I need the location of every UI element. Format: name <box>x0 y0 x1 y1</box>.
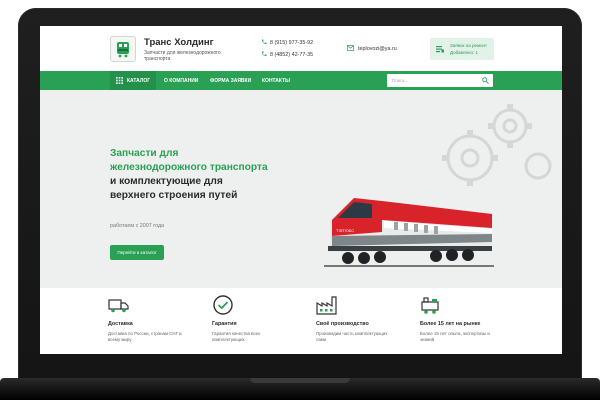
truck-icon <box>108 299 129 313</box>
feature-title: Более 15 лет на рынке <box>420 321 481 327</box>
feature-title: Гарантия <box>212 321 237 327</box>
phone-icon <box>261 51 267 57</box>
cart-title: Заявок на ремонт <box>450 43 488 48</box>
list-icon <box>436 46 444 53</box>
search-input[interactable]: Поиск... <box>387 74 493 87</box>
nav-item-contacts[interactable]: КОНТАКТЫ <box>262 78 290 84</box>
hero-title-line1: Запчасти для <box>110 148 179 159</box>
phone-icon <box>261 39 267 45</box>
features-strip: Доставка Доставка по России, странам СНГ… <box>40 288 562 354</box>
brand-tagline: Запчасти для железнодорожного транспорта <box>144 50 221 62</box>
hero-title-line3: и комплектующие для <box>110 176 223 187</box>
nav-item-request-form[interactable]: ФОРМА ЗАЯВКИ <box>210 78 251 84</box>
locomotive-number: ТЭП70БС <box>336 228 354 233</box>
email-link[interactable]: teplovozi@ya.ru <box>358 46 397 52</box>
factory-icon <box>316 296 337 315</box>
phone-2[interactable]: 8 (4852) 42-77-35 <box>270 52 313 58</box>
nav-catalog[interactable]: КАТАЛОГ <box>110 71 156 90</box>
hero-title-line2: железнодорожного транспорта <box>110 162 268 173</box>
main-nav: КАТАЛОГ О КОМПАНИИ ФОРМА ЗАЯВКИ КОНТАКТЫ… <box>40 71 562 90</box>
website-screen: Транс Холдинг Запчасти для железнодорожн… <box>40 26 562 354</box>
gears-icon <box>442 104 552 186</box>
locomotive-image: ТЭП70БС <box>324 198 494 267</box>
catalog-button[interactable]: Перейти в каталог <box>110 245 164 260</box>
feature-desc: Гарантия качества всех комплектующих <box>212 331 261 342</box>
hero-since: работаем с 2007 года <box>110 223 165 229</box>
check-circle-icon <box>213 295 233 315</box>
feature-desc: Более 15 лет опыта, экспертизы и знаний <box>420 331 490 342</box>
feature-title: Доставка <box>108 321 133 327</box>
nav-catalog-label: КАТАЛОГ <box>127 78 151 84</box>
nav-item-about[interactable]: О КОМПАНИИ <box>164 78 198 84</box>
repair-requests-cart[interactable]: Заявок на ремонт Добавлено: 1 <box>430 38 494 60</box>
hero-banner: Запчасти для железнодорожного транспорта… <box>40 90 562 288</box>
cart-count: Добавлено: 1 <box>450 50 478 55</box>
laptop-notch <box>250 378 350 383</box>
search-placeholder: Поиск... <box>392 78 409 83</box>
grid-icon <box>116 77 123 84</box>
mail-icon <box>347 45 354 51</box>
feature-title: Своё производство <box>316 321 369 327</box>
brand-name[interactable]: Транс Холдинг <box>144 37 214 48</box>
feature-desc: Производим часть комплектующих сами <box>316 331 388 342</box>
phone-1[interactable]: 8 (915) 977-35-92 <box>270 40 313 46</box>
locomotive-icon <box>421 297 439 314</box>
hero-title-line4: верхнего строения путей <box>110 190 238 201</box>
site-header: Транс Холдинг Запчасти для железнодорожн… <box>40 26 562 70</box>
search-icon[interactable] <box>482 77 489 84</box>
feature-desc: Доставка по России, странам СНГ и всему … <box>108 331 182 342</box>
logo-icon[interactable] <box>110 36 136 62</box>
